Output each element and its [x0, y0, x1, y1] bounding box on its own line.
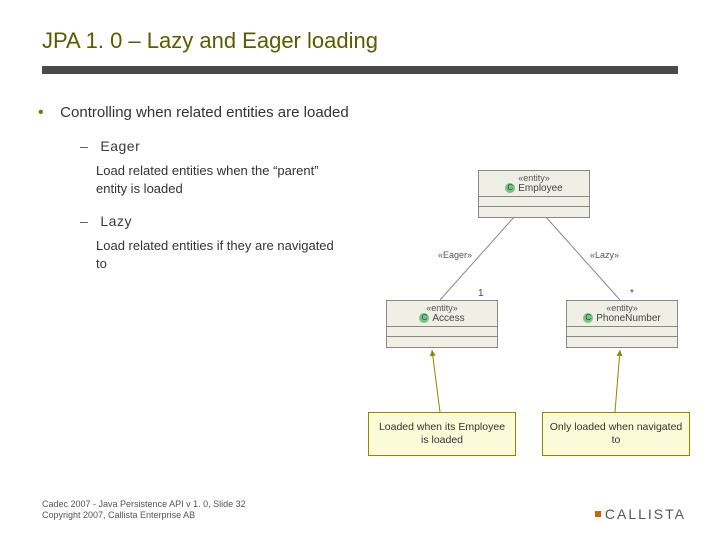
class-icon: C [583, 313, 593, 323]
eager-assoc-label: «Eager» [438, 250, 472, 260]
eager-heading: Eager [80, 138, 678, 154]
entity-phonenumber: «entity» CPhoneNumber [566, 300, 678, 348]
slide-title: JPA 1. 0 – Lazy and Eager loading [0, 0, 720, 62]
stereotype-label: «entity» [387, 301, 497, 313]
multiplicity-many: * [630, 288, 634, 299]
entity-employee: «entity» CEmployee [478, 170, 590, 218]
uml-diagram: «entity» CEmployee «entity» CAccess «ent… [380, 170, 690, 370]
multiplicity-one: 1 [478, 288, 484, 299]
callista-logo: CALLISTA [593, 506, 686, 522]
logo-dot-icon [595, 511, 601, 517]
callout-lazy: Only loaded when navigated to [542, 412, 690, 456]
lazy-assoc-label: «Lazy» [590, 250, 619, 260]
entity-access: «entity» CAccess [386, 300, 498, 348]
class-icon: C [419, 313, 429, 323]
lazy-body: Load related entities if they are naviga… [96, 237, 336, 272]
slide-footer: Cadec 2007 - Java Persistence API v 1. 0… [42, 499, 246, 522]
stereotype-label: «entity» [479, 171, 589, 183]
entity-name: Access [432, 313, 464, 324]
class-icon: C [505, 183, 515, 193]
footer-line-1: Cadec 2007 - Java Persistence API v 1. 0… [42, 499, 246, 511]
entity-name: Employee [518, 183, 562, 194]
footer-line-2: Copyright 2007, Callista Enterprise AB [42, 510, 246, 522]
entity-name: PhoneNumber [596, 313, 660, 324]
bullet-main: Controlling when related entities are lo… [60, 104, 349, 121]
title-rule [42, 66, 678, 74]
stereotype-label: «entity» [567, 301, 677, 313]
eager-body: Load related entities when the “parent” … [96, 162, 336, 197]
callout-eager: Loaded when its Employee is loaded [368, 412, 516, 456]
callouts-row: Loaded when its Employee is loaded Only … [368, 412, 698, 456]
